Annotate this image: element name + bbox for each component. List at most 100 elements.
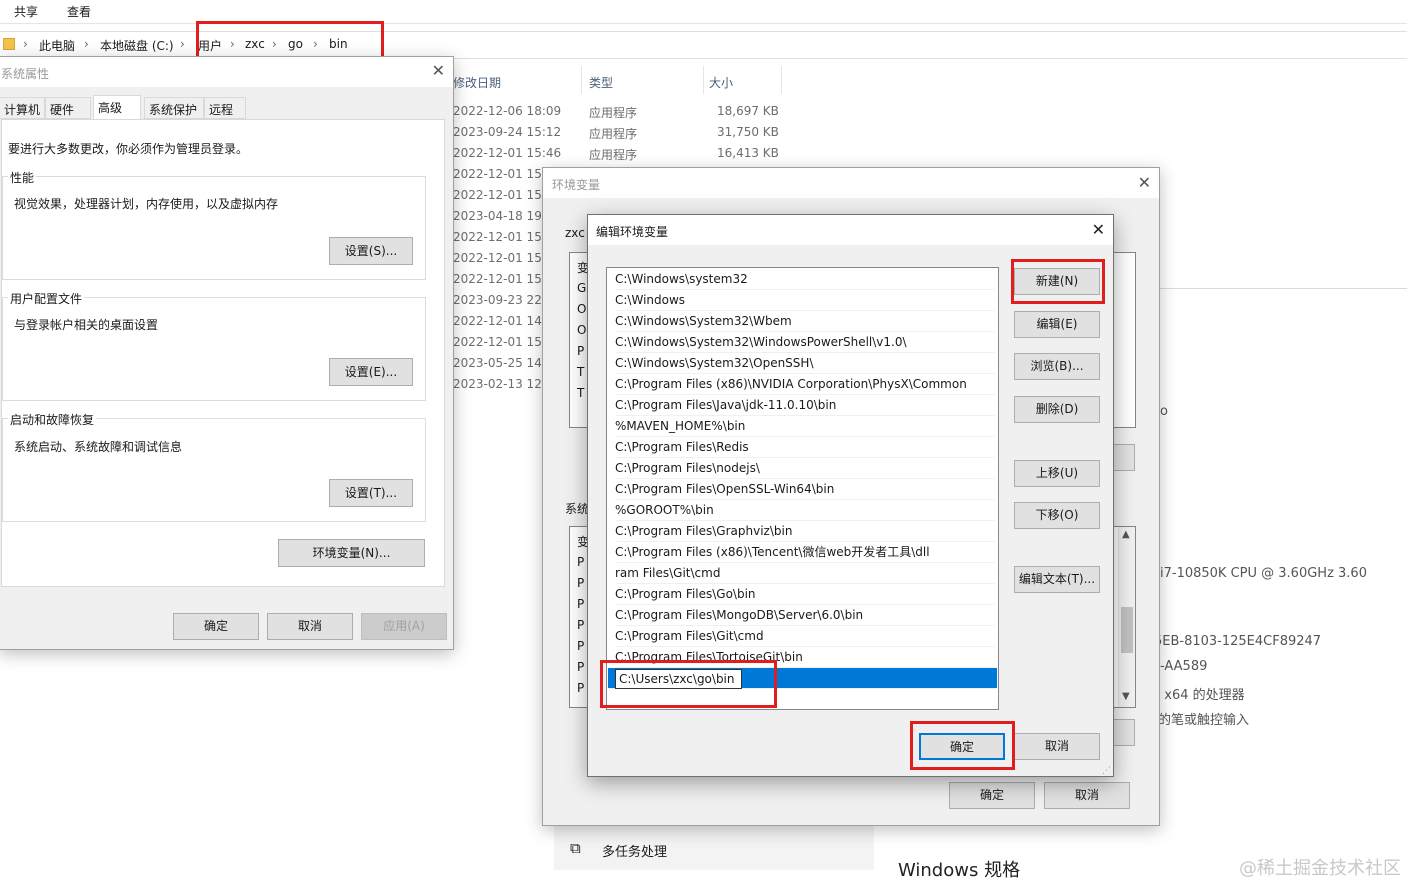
path-entry[interactable]: C:\Program Files (x86)\NVIDIA Corporatio… [615,374,995,395]
chevron-right-icon: › [23,37,28,51]
path-entry[interactable]: C:\Windows\System32\Wbem [615,311,995,332]
ok-button[interactable]: 确定 [173,613,259,640]
path-entry[interactable]: C:\Program Files\MongoDB\Server\6.0\bin [615,605,995,626]
browse-button[interactable]: 浏览(B)... [1014,353,1100,380]
windows-spec-heading: Windows 规格 [898,860,1021,881]
user-profile-desc: 与登录帐户相关的桌面设置 [14,318,159,332]
scroll-down-icon[interactable]: ▼ [1122,691,1130,702]
group-label-user-profile: 用户配置文件 [8,290,85,307]
cancel-button[interactable]: 取消 [267,613,353,640]
edit-text-button[interactable]: 编辑文本(T)... [1014,566,1100,593]
chevron-right-icon: › [84,37,89,51]
system-var-row[interactable]: P [577,555,584,569]
system-properties-dialog: 系统属性 ✕ 计算机名 硬件 高级 系统保护 远程 要进行大多数更改，你必须作为… [0,56,454,650]
file-row-size[interactable]: 16,413 KB [717,146,779,160]
column-header-size[interactable]: 大小 [709,74,733,91]
user-var-row[interactable]: O [577,302,586,316]
dialog-title: 环境变量 [552,178,601,192]
tab-advanced[interactable]: 高级 [93,95,141,120]
path-entry[interactable]: ram Files\Git\cmd [615,563,995,584]
multitask-icon: ⧉ [570,839,581,857]
file-row-date[interactable]: 2022-12-01 15:46 [453,146,561,160]
nav-multitasking[interactable]: ⧉ 多任务处理 [554,826,874,870]
scrollbar[interactable]: ▲ ▼ [1118,527,1135,707]
user-var-row[interactable]: T [577,365,584,379]
performance-settings-button[interactable]: 设置(S)... [329,237,413,265]
scroll-up-icon[interactable]: ▲ [1122,529,1130,540]
path-entry[interactable]: C:\Program Files\Go\bin [615,584,995,605]
system-var-row[interactable]: P [577,597,584,611]
path-entry[interactable]: C:\Windows\system32 [615,269,995,290]
path-entries-list[interactable]: C:\Windows\system32 C:\Windows C:\Windows\… [606,267,999,710]
watermark: @稀土掘金技术社区 [1239,858,1401,879]
resize-grip-icon[interactable]: ⋰ [1102,766,1111,776]
file-row-type[interactable]: 应用程序 [589,125,637,142]
path-entry[interactable]: C:\Windows\System32\OpenSSH\ [615,353,995,374]
ok-button[interactable]: 确定 [949,782,1035,809]
environment-variables-button[interactable]: 环境变量(N)... [278,539,425,567]
user-var-row[interactable]: P [577,344,584,358]
file-row-type[interactable]: 应用程序 [589,146,637,163]
file-row-size[interactable]: 31,750 KB [717,125,779,139]
path-entry[interactable]: C:\Program Files\Git\cmd [615,626,995,647]
ribbon-tab-share[interactable]: 共享 [14,3,38,20]
group-label-performance: 性能 [8,169,37,186]
path-entry[interactable]: C:\Program Files\Redis [615,437,995,458]
system-var-row[interactable]: P [577,681,584,695]
breadcrumb-local-disk[interactable]: 本地磁盘 (C:) [100,37,174,54]
path-entry[interactable]: C:\Program Files\Java\jdk-11.0.10\bin [615,395,995,416]
path-entry[interactable]: %GOROOT%\bin [615,500,995,521]
ribbon-tab-view[interactable]: 查看 [67,3,91,20]
user-var-row[interactable]: G [577,281,586,295]
path-entry[interactable]: C:\Windows [615,290,995,311]
close-icon[interactable]: ✕ [432,61,445,80]
file-row-date[interactable]: 2022-12-06 18:09 [453,104,561,118]
column-separator [703,66,704,94]
file-row-size[interactable]: 18,697 KB [717,104,779,118]
dialog-title: 系统属性 [1,67,50,81]
system-var-row[interactable]: P [577,660,584,674]
file-row-date[interactable]: 2023-09-24 15:12 [453,125,561,139]
move-down-button[interactable]: 下移(O) [1014,502,1100,529]
highlight-new-path [600,660,777,708]
pen-touch: 的笔或触控输入 [1158,713,1250,728]
scrollbar-thumb[interactable] [1121,607,1133,653]
file-row-type[interactable]: 应用程序 [589,104,637,121]
close-icon[interactable]: ✕ [1138,173,1151,192]
move-up-button[interactable]: 上移(U) [1014,460,1100,487]
tab-hardware[interactable]: 硬件 [45,97,91,119]
tab-remote[interactable]: 远程 [204,97,246,119]
system-var-row[interactable]: P [577,639,584,653]
startup-desc: 系统启动、系统故障和调试信息 [14,440,183,454]
system-var-row[interactable]: P [577,618,584,632]
user-profile-settings-button[interactable]: 设置(E)... [329,358,413,386]
apply-button[interactable]: 应用(A) [361,613,447,640]
user-var-row[interactable]: T [577,386,584,400]
path-entry[interactable]: C:\Program Files\nodejs\ [615,458,995,479]
cpu-info: i7-10850K CPU @ 3.60GHz 3.60 [1160,566,1367,581]
startup-settings-button[interactable]: 设置(T)... [329,479,413,507]
dialog-title-bar: 编辑环境变量 ✕ [588,215,1113,245]
path-entry[interactable]: %MAVEN_HOME%\bin [615,416,995,437]
settings-fragment: o [1160,404,1168,419]
highlight-new-button [1011,259,1105,304]
tab-system-protection[interactable]: 系统保护 [144,97,204,119]
column-header-type[interactable]: 类型 [589,74,613,91]
path-entry[interactable]: C:\Windows\System32\WindowsPowerShell\v1… [615,332,995,353]
system-var-row[interactable]: P [577,576,584,590]
close-icon[interactable]: ✕ [1092,220,1105,239]
breadcrumb-this-pc[interactable]: 此电脑 [39,37,75,54]
column-header-date[interactable]: 修改日期 [453,74,501,91]
dialog-title-bar: 系统属性 ✕ [0,57,453,87]
path-entry[interactable]: C:\Program Files (x86)\Tencent\微信web开发者工… [615,542,995,563]
tab-panel-advanced: 要进行大多数更改，你必须作为管理员登录。 性能 视觉效果，处理器计划，内存使用，… [1,119,445,587]
tab-computer-name[interactable]: 计算机名 [0,97,45,134]
edit-button[interactable]: 编辑(E) [1014,311,1100,338]
cancel-button[interactable]: 取消 [1014,733,1100,760]
user-var-row[interactable]: O [577,323,586,337]
path-entry[interactable]: C:\Program Files\Graphviz\bin [615,521,995,542]
cancel-button[interactable]: 取消 [1044,782,1130,809]
chevron-right-icon: › [180,37,185,51]
delete-button[interactable]: 删除(D) [1014,396,1100,423]
path-entry[interactable]: C:\Program Files\OpenSSL-Win64\bin [615,479,995,500]
